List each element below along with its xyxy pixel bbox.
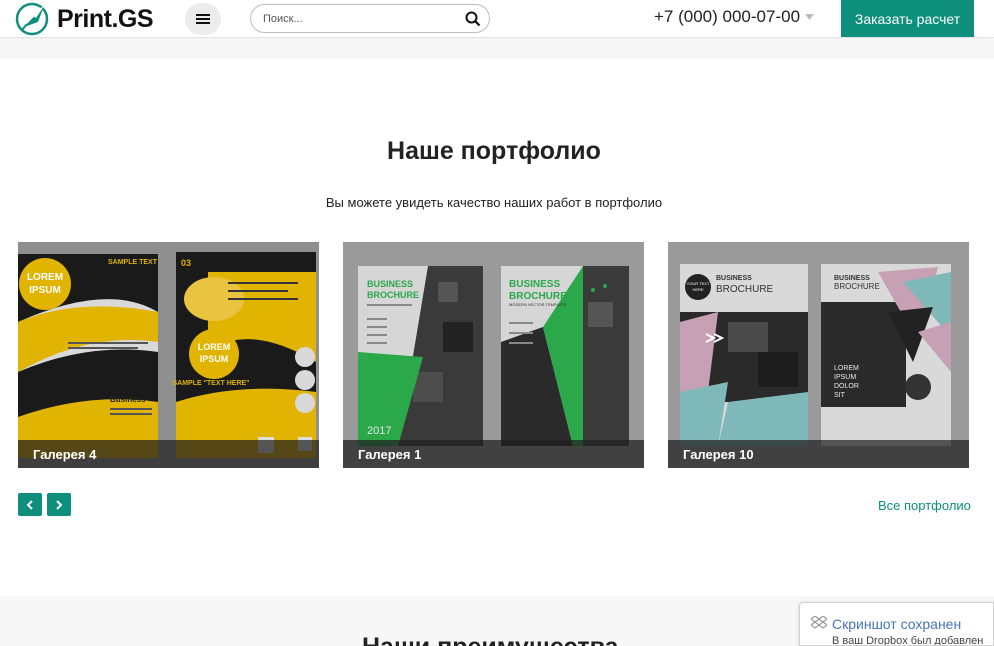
card2-right-title-line1: BUSINESS [509,279,560,290]
card1-sample-text: SAMPLE TEXT [108,259,158,266]
card1-headline: HEADLINE [54,322,141,341]
site-header: Print.GS +7 (000) 000-07-00 Заказать рас… [0,0,994,38]
chevron-right-icon [56,499,63,510]
card-caption-text: Галерея 10 [683,447,754,462]
card1-left-title-line1: LOREM [27,272,63,283]
search-icon[interactable] [465,11,481,27]
card2-left-title-line1: BUSINESS [367,279,413,289]
rocket-logo-icon [15,2,49,36]
toast-text: В ваш Dropbox был добавлен [832,635,984,646]
card3-right-title-line1: BUSINESS [834,275,870,282]
card1-business: Business [110,395,146,404]
card3-lorem-3: DOLOR [834,383,859,390]
portfolio-card-gallery-10[interactable]: YOUR TEXT HERE BUSINESS BROCHURE BUSINES… [668,242,969,468]
carousel-next-button[interactable] [47,493,71,516]
brochure-image-geometric: YOUR TEXT HERE BUSINESS BROCHURE BUSINES… [668,242,969,468]
header-divider-strip [0,39,994,59]
portfolio-card-gallery-1[interactable]: BUSINESS BROCHURE 2017 BUSINESS BROCHURE… [343,242,644,468]
card3-left-title-line1: BUSINESS [716,275,752,282]
card2-right-title-line2: BROCHURE [509,291,567,302]
card3-circle-line2: HERE [692,287,703,292]
brochure-image-yellow: LOREM IPSUM SAMPLE TEXT HEADLINE Busines… [18,242,319,468]
portfolio-card-gallery-4[interactable]: LOREM IPSUM SAMPLE TEXT HEADLINE Busines… [18,242,319,468]
card3-right-title-line2: BROCHURE [834,282,880,291]
logo[interactable]: Print.GS [14,0,154,38]
card-caption: Галерея 10 [668,440,969,468]
dropbox-icon [811,616,827,629]
phone-number: +7 (000) 000-07-00 [654,7,801,26]
card3-left-title-line2: BROCHURE [716,284,774,295]
phone-dropdown[interactable]: +7 (000) 000-07-00 [654,5,815,29]
chevron-down-icon [805,14,815,20]
card1-sample-here: SAMPLE "TEXT HERE" [172,380,249,387]
toast-title: Скриншот сохранен [832,616,962,632]
card2-left-title-line2: BROCHURE [367,290,419,300]
card1-right-num: 03 [181,258,191,268]
card3-lorem-2: IPSUM [834,374,856,381]
card3-lorem-4: SIT [834,392,846,399]
card1-left-title-line2: IPSUM [29,285,61,296]
carousel-prev-button[interactable] [18,493,42,516]
section-subtitle: Вы можете увидеть качество наших работ в… [325,195,663,210]
search-box [250,4,490,33]
logo-text: Print.GS [57,4,154,33]
card-caption: Галерея 1 [343,440,644,468]
chevron-left-icon [26,499,33,510]
screenshot-saved-toast[interactable]: Скриншот сохранен В ваш Dropbox был доба… [799,602,994,646]
all-portfolio-link[interactable]: Все портфолио [878,498,971,513]
hamburger-icon [196,14,210,24]
search-input[interactable] [263,10,453,28]
card3-lorem-1: LOREM [834,365,859,372]
advantages-title: Наши преимущества [362,633,619,646]
card2-sub: MODERN VECTOR TEMPLATE [509,302,567,307]
card-caption: Галерея 4 [18,440,319,468]
card1-right-circle-line1: LOREM [198,342,231,352]
card-caption-text: Галерея 4 [33,447,97,462]
card3-circle-line1: YOUR TEXT [687,281,710,286]
section-title: Наше портфолио [387,137,601,165]
brochure-image-green: BUSINESS BROCHURE 2017 BUSINESS BROCHURE… [343,242,644,468]
card2-year: 2017 [367,425,391,437]
card1-right-circle-line2: IPSUM [200,354,229,364]
order-quote-button[interactable]: Заказать расчет [841,0,974,37]
menu-button[interactable] [185,3,221,35]
card-caption-text: Галерея 1 [358,447,422,462]
